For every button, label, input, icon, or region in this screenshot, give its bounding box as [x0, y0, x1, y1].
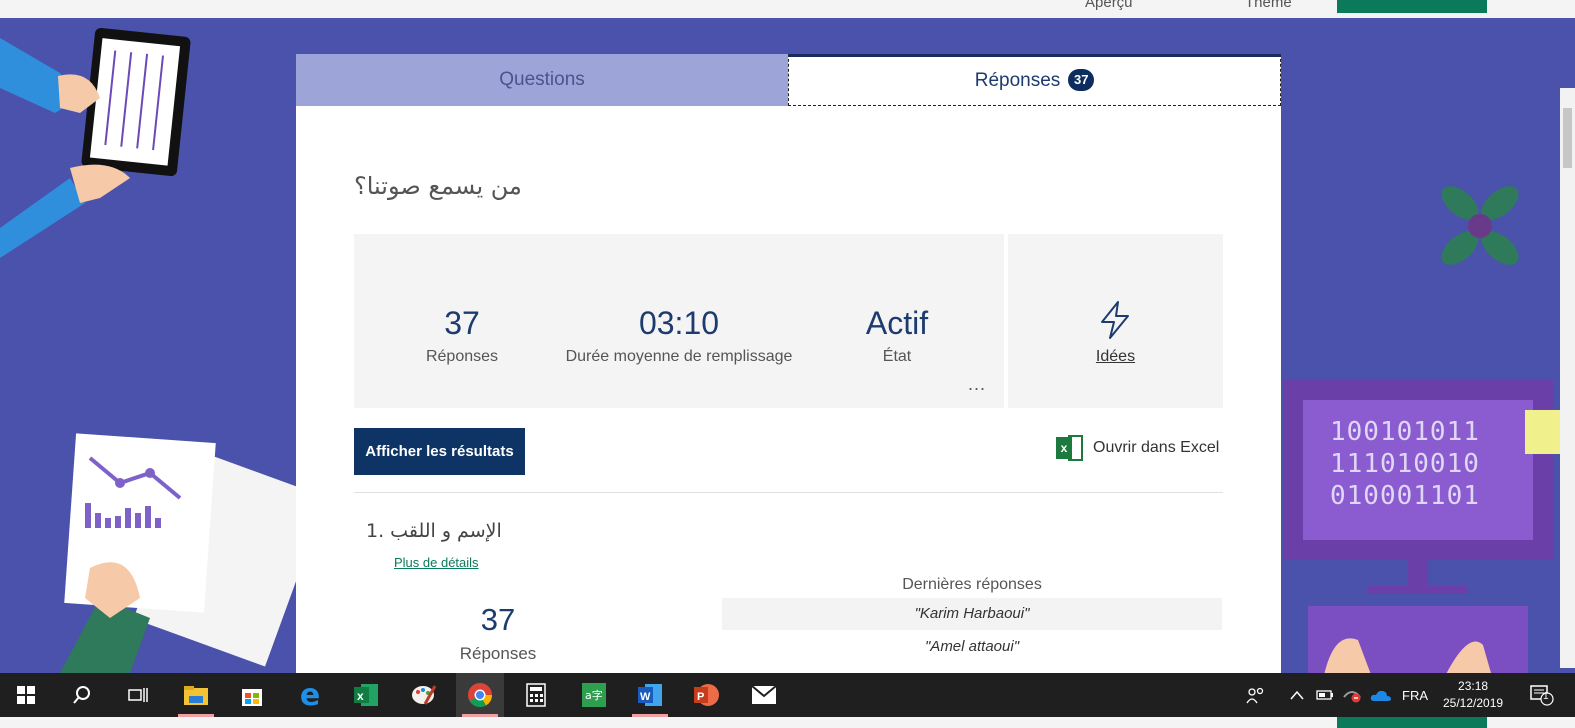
- open-excel-label: Ouvrir dans Excel: [1093, 439, 1220, 456]
- latest-responses-title: Dernières réponses: [902, 576, 1042, 593]
- task-view-icon[interactable]: [114, 673, 162, 717]
- excel-app-icon[interactable]: x: [342, 673, 390, 717]
- stat-duration-label: Durée moyenne de remplissage: [565, 348, 793, 365]
- svg-text:a字: a字: [585, 688, 603, 702]
- svg-text:x: x: [357, 689, 364, 703]
- divider: [354, 492, 1223, 493]
- theme-link[interactable]: Thème: [1245, 0, 1292, 11]
- mail-icon[interactable]: [740, 673, 788, 717]
- windows-taskbar: e x a字 W P FRA 23:18 25/12/2019 1: [0, 673, 1575, 717]
- documents-illustration: [60, 433, 327, 673]
- clock-time: 23:18: [1458, 679, 1489, 693]
- share-button[interactable]: [1337, 0, 1487, 13]
- search-icon[interactable]: [58, 673, 106, 717]
- stat-duration-value: 03:10: [638, 305, 720, 341]
- translator-icon[interactable]: a字: [570, 673, 618, 717]
- form-card: Questions Réponses 37 من يسمع صوتنا؟ 37 R…: [296, 54, 1281, 673]
- onedrive-icon[interactable]: [1370, 673, 1392, 717]
- word-icon[interactable]: W: [626, 673, 674, 717]
- question-1-count-value: 37: [480, 602, 516, 637]
- latest-response: "roua thabet": [722, 664, 1222, 673]
- page-background: 100101011 111010010 010001101 Questions …: [0, 18, 1575, 673]
- store-icon[interactable]: [228, 673, 276, 717]
- ideas-panel[interactable]: Idées: [1008, 234, 1223, 408]
- stat-responses-value: 37: [444, 305, 480, 341]
- tab-questions[interactable]: Questions: [296, 54, 788, 106]
- language-indicator[interactable]: FRA: [1402, 673, 1428, 717]
- question-1-title: الإسم و اللقب .1: [366, 520, 502, 542]
- chevron-up-icon[interactable]: [1290, 673, 1304, 717]
- tab-questions-label: Questions: [499, 69, 585, 90]
- network-icon[interactable]: [1342, 673, 1364, 717]
- question-1-count-label: Réponses: [459, 644, 537, 663]
- more-options-button[interactable]: ...: [968, 374, 986, 395]
- stat-responses: 37 Réponses: [404, 304, 520, 366]
- preview-link[interactable]: Aperçu: [1085, 0, 1133, 11]
- stat-duration: 03:10 Durée moyenne de remplissage: [554, 304, 804, 366]
- excel-icon: x: [1056, 435, 1083, 461]
- powerpoint-icon[interactable]: P: [682, 673, 730, 717]
- tab-bar: Questions Réponses 37: [296, 54, 1281, 106]
- screen-line: 111010010: [1330, 449, 1480, 479]
- stat-state-value: Actif: [865, 305, 929, 341]
- more-details-link[interactable]: Plus de détails: [394, 555, 479, 570]
- edge-icon[interactable]: e: [286, 673, 334, 717]
- tab-responses-label: Réponses: [974, 70, 1061, 91]
- notifications-icon[interactable]: 1: [1530, 673, 1554, 717]
- view-results-button[interactable]: Afficher les résultats: [354, 428, 525, 475]
- bottom-header-strip: [0, 717, 1575, 728]
- people-icon[interactable]: [1246, 673, 1266, 717]
- notifications-count: 1: [1543, 691, 1549, 702]
- share-button-reflection: [1337, 717, 1487, 728]
- screen-line: 100101011: [1330, 417, 1480, 447]
- latest-response: "Karim Harbaoui": [722, 598, 1222, 630]
- summary-stats-panel: 37 Réponses 03:10 Durée moyenne de rempl…: [354, 234, 1004, 408]
- tab-responses[interactable]: Réponses 37: [788, 54, 1281, 106]
- battery-icon[interactable]: [1316, 673, 1334, 717]
- responses-count-badge: 37: [1068, 69, 1095, 91]
- lightning-icon: [1101, 301, 1129, 339]
- ideas-link[interactable]: Idées: [1008, 348, 1223, 366]
- stat-state: Actif État: [844, 304, 950, 366]
- screen-binary: 100101011 111010010 010001101: [1330, 416, 1480, 512]
- top-header-strip: Aperçu Thème: [0, 0, 1575, 18]
- paint-icon[interactable]: [400, 673, 448, 717]
- calculator-icon[interactable]: [512, 673, 560, 717]
- latest-response: "Amel attaoui": [924, 638, 1020, 655]
- chrome-icon[interactable]: [456, 673, 504, 717]
- open-excel-button[interactable]: x Ouvrir dans Excel: [1056, 434, 1219, 462]
- clock-date: 25/12/2019: [1443, 696, 1504, 710]
- stat-state-label: État: [882, 348, 912, 365]
- form-title: من يسمع صوتنا؟: [354, 172, 522, 200]
- question-1-count: 37 Réponses: [436, 602, 560, 664]
- file-explorer-icon[interactable]: [172, 673, 220, 717]
- stat-responses-label: Réponses: [425, 348, 499, 365]
- svg-text:W: W: [640, 691, 651, 703]
- svg-text:P: P: [697, 691, 704, 703]
- windows-start-icon[interactable]: [2, 673, 50, 717]
- plant-illustration: [1441, 186, 1519, 265]
- screen-line: 010001101: [1330, 481, 1480, 511]
- clock[interactable]: 23:18 25/12/2019: [1443, 673, 1503, 717]
- tablet-illustration: [0, 27, 191, 258]
- page-scrollbar[interactable]: [1560, 88, 1575, 668]
- scrollbar-thumb[interactable]: [1563, 108, 1572, 168]
